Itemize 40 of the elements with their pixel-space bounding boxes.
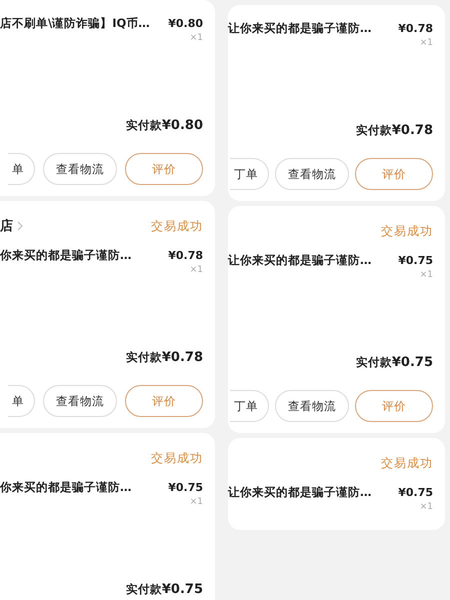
order-status: 交易成功: [151, 450, 203, 466]
chevron-right-icon: [17, 221, 23, 231]
product-price: ¥0.78: [398, 22, 433, 35]
total-amount: ¥0.75: [162, 582, 203, 597]
action-button[interactable]: 查看物流: [275, 158, 349, 190]
product-title[interactable]: 店不刷单\谨防诈骗】IQ币…: [0, 16, 150, 31]
product-title[interactable]: 让你来买的都是骗子谨防…: [228, 485, 372, 500]
product-quantity: ×1: [190, 265, 203, 275]
product-price: ¥0.75: [398, 486, 433, 499]
total-label: 实付款: [126, 582, 162, 597]
total-label: 实付款: [356, 355, 392, 370]
action-button[interactable]: 单: [8, 153, 35, 185]
total-amount: ¥0.75: [392, 355, 433, 370]
action-button[interactable]: 单: [8, 385, 35, 417]
action-button[interactable]: 查看物流: [43, 153, 117, 185]
order-status: 交易成功: [151, 218, 203, 234]
product-title[interactable]: 让你来买的都是骗子谨防…: [228, 21, 372, 36]
total-label: 实付款: [126, 118, 162, 133]
product-price: ¥0.80: [168, 17, 203, 30]
action-button[interactable]: 查看物流: [275, 390, 349, 422]
total-amount: ¥0.78: [392, 123, 433, 138]
action-button[interactable]: 丁单: [230, 158, 269, 190]
product-price: ¥0.78: [168, 249, 203, 262]
product-price: ¥0.75: [168, 481, 203, 494]
action-button[interactable]: 查看物流: [43, 385, 117, 417]
product-quantity: ×1: [420, 38, 433, 48]
total-amount: ¥0.78: [162, 350, 203, 365]
product-quantity: ×1: [190, 33, 203, 43]
product-price: ¥0.75: [398, 254, 433, 267]
total-amount: ¥0.80: [162, 118, 203, 133]
product-quantity: ×1: [190, 497, 203, 507]
total-label: 实付款: [126, 350, 162, 365]
order-status: 交易成功: [381, 454, 433, 472]
shop-name[interactable]: 店: [0, 217, 13, 235]
action-button[interactable]: 丁单: [230, 390, 269, 422]
product-quantity: ×1: [420, 270, 433, 280]
total-label: 实付款: [356, 123, 392, 138]
product-quantity: ×1: [420, 502, 433, 512]
product-title[interactable]: 让你来买的都是骗子谨防…: [228, 253, 372, 268]
order-status: 交易成功: [381, 222, 433, 240]
